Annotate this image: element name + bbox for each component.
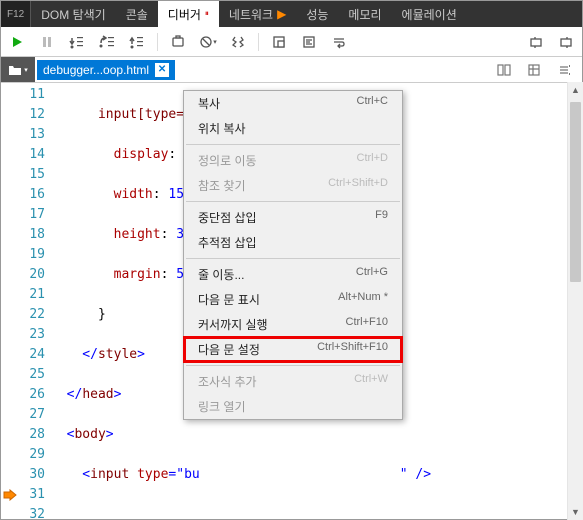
menu-set-next-statement[interactable]: 다음 문 설정Ctrl+Shift+F10 (184, 337, 402, 362)
step-over-button[interactable] (97, 32, 117, 52)
network-play-icon: ▶ (277, 7, 286, 21)
scroll-thumb[interactable] (570, 102, 581, 282)
step-into-button[interactable] (67, 32, 87, 52)
debugger-toolbar: ▾ (1, 27, 582, 57)
execution-gutter (1, 83, 19, 519)
tab-network-label: 네트워크 (229, 6, 273, 23)
continue-button[interactable] (7, 32, 27, 52)
toolbar-separator (157, 33, 158, 51)
source-map-button[interactable] (524, 60, 544, 80)
tab-memory[interactable]: 메모리 (338, 1, 391, 27)
exception-behavior-button[interactable]: ▾ (198, 32, 218, 52)
word-wrap-button[interactable] (329, 32, 349, 52)
menu-copy[interactable]: 복사Ctrl+C (184, 91, 402, 116)
just-my-code-button[interactable] (269, 32, 289, 52)
tab-emulation[interactable]: 에뮬레이션 (392, 1, 467, 27)
menu-find-references: 참조 찾기Ctrl+Shift+D (184, 173, 402, 198)
menu-show-next-statement[interactable]: 다음 문 표시Alt+Num * (184, 287, 402, 312)
pause-button[interactable] (37, 32, 57, 52)
vertical-scrollbar[interactable]: ▲ ▼ (567, 82, 583, 520)
tab-network[interactable]: 네트워크 ▶ (219, 1, 296, 27)
context-menu: 복사Ctrl+C 위치 복사 정의로 이동Ctrl+D 참조 찾기Ctrl+Sh… (183, 90, 403, 420)
menu-separator (186, 258, 400, 259)
menu-add-watch: 조사식 추가Ctrl+W (184, 369, 402, 394)
pretty-print-button[interactable] (299, 32, 319, 52)
file-tab[interactable]: debugger...oop.html ✕ (37, 60, 175, 80)
compare-button[interactable] (494, 60, 514, 80)
watches-panel-button[interactable] (526, 32, 546, 52)
tab-dom-explorer[interactable]: DOM 탐색기 (31, 1, 115, 27)
tab-f12[interactable]: F12 (1, 1, 31, 27)
break-new-worker-button[interactable] (168, 32, 188, 52)
toolbar-separator (258, 33, 259, 51)
file-tab-close-button[interactable]: ✕ (155, 63, 169, 77)
menu-separator (186, 144, 400, 145)
menu-copy-location[interactable]: 위치 복사 (184, 116, 402, 141)
file-tab-bar: ▾ debugger...oop.html ✕ (1, 57, 582, 83)
tab-performance[interactable]: 성능 (296, 1, 338, 27)
open-file-button[interactable]: ▾ (1, 57, 35, 82)
menu-goto-definition: 정의로 이동Ctrl+D (184, 148, 402, 173)
menu-separator (186, 365, 400, 366)
menu-goto-line[interactable]: 줄 이동...Ctrl+G (184, 262, 402, 287)
menu-insert-breakpoint[interactable]: 중단점 삽입F9 (184, 205, 402, 230)
file-tab-label: debugger...oop.html (43, 63, 149, 77)
tab-debugger[interactable]: 디버거 ⏸ (158, 1, 219, 27)
step-out-button[interactable] (127, 32, 147, 52)
menu-insert-tracepoint[interactable]: 추적점 삽입 (184, 230, 402, 255)
devtools-tab-bar: F12 DOM 탐색기 콘솔 디버거 ⏸ 네트워크 ▶ 성능 메모리 에뮬레이션 (1, 1, 582, 27)
menu-open-link: 링크 열기 (184, 394, 402, 419)
menu-run-to-cursor[interactable]: 커서까지 실행Ctrl+F10 (184, 312, 402, 337)
callstack-panel-button[interactable] (556, 32, 576, 52)
execution-pointer-icon (1, 485, 19, 505)
line-number-gutter: 1112131415161718192021222324252627282930… (19, 83, 51, 519)
pause-indicator-icon: ⏸ (205, 9, 209, 19)
scroll-down-button[interactable]: ▼ (568, 504, 583, 520)
tab-console[interactable]: 콘솔 (116, 1, 158, 27)
toggle-panel-button[interactable] (554, 60, 574, 80)
menu-separator (186, 201, 400, 202)
break-all-button[interactable] (228, 32, 248, 52)
tab-debugger-label: 디버거 (168, 6, 201, 23)
scroll-up-button[interactable]: ▲ (568, 82, 583, 98)
